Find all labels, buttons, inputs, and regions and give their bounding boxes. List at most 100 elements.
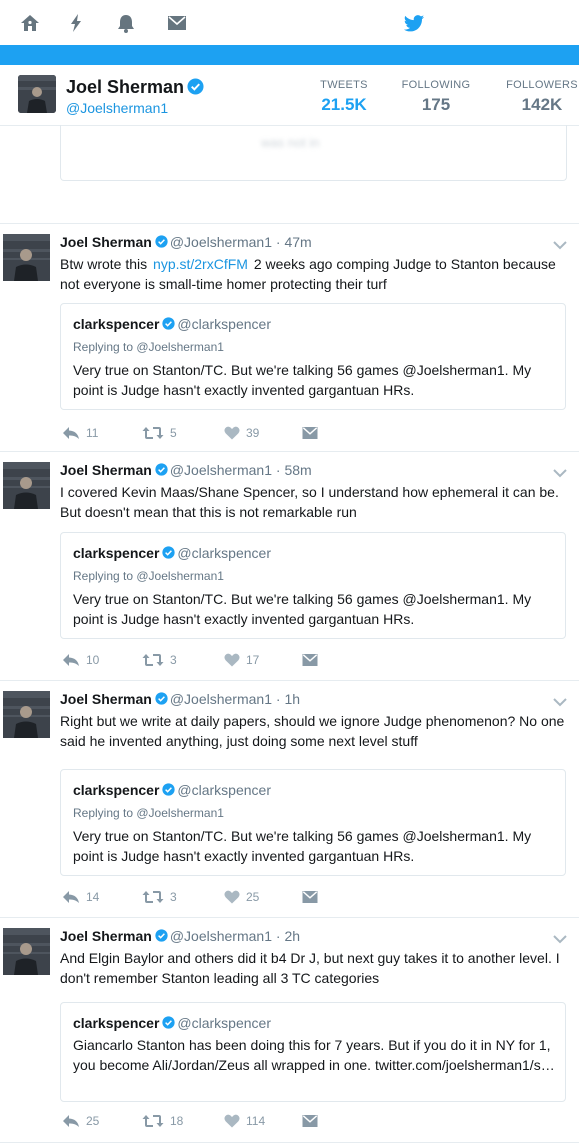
- separator-dot: ·: [275, 234, 281, 250]
- tweet-text: Btw wrote this nyp.st/2rxCfFM 2 weeks ag…: [60, 256, 556, 292]
- author-name[interactable]: Joel Sherman: [60, 691, 152, 707]
- verified-badge-icon: [187, 78, 204, 100]
- author-name[interactable]: Joel Sherman: [60, 462, 152, 478]
- partial-tweet-text: was not in: [261, 135, 320, 150]
- direct-message-button[interactable]: [302, 887, 318, 907]
- retweet-button[interactable]: 3: [142, 650, 177, 670]
- stat-value: 142K: [521, 95, 563, 114]
- tweet-text: And Elgin Baylor and others did it b4 Dr…: [60, 950, 560, 986]
- author-handle[interactable]: @Joelsherman1: [170, 691, 272, 707]
- tweet-timestamp[interactable]: 47m: [284, 234, 311, 250]
- stat-value: 175: [421, 95, 451, 114]
- author-handle[interactable]: @Joelsherman1: [170, 234, 272, 250]
- like-button[interactable]: 25: [224, 887, 259, 907]
- chevron-down-icon[interactable]: [553, 465, 567, 478]
- tweet-timestamp[interactable]: 1h: [284, 691, 300, 707]
- verified-badge-icon: [162, 1016, 176, 1032]
- quoted-tweet[interactable]: clarkspencer @clarkspencer Replying to @J…: [60, 303, 566, 410]
- direct-message-icon: [302, 426, 318, 440]
- tweet[interactable]: Joel Sherman @Joelsherman1 · 2h And Elgin…: [0, 918, 579, 1143]
- retweet-icon: [142, 426, 164, 440]
- reply-button[interactable]: 14: [62, 887, 99, 907]
- reply-count: 25: [86, 1114, 100, 1128]
- retweet-button[interactable]: 18: [142, 1111, 183, 1131]
- tweet-avatar[interactable]: [3, 691, 50, 738]
- retweet-icon: [142, 653, 164, 667]
- quoted-author-handle: @clarkspencer: [177, 782, 271, 798]
- quoted-tweet-header: clarkspencer @clarkspencer: [73, 782, 271, 799]
- moments-icon[interactable]: [65, 12, 87, 34]
- quoted-author-name: clarkspencer: [73, 545, 160, 561]
- partial-quote-box: was not in: [60, 125, 567, 181]
- profile-strip: Joel Sherman @Joelsherman1 TWEETS 21.5K …: [0, 65, 579, 126]
- twitter-bird-icon[interactable]: [403, 12, 425, 34]
- quoted-author-name: clarkspencer: [73, 782, 160, 798]
- like-button[interactable]: 17: [224, 650, 259, 670]
- quoted-tweet-text: Very true on Stanton/TC. But we're talki…: [73, 591, 532, 627]
- reply-button[interactable]: 11: [62, 423, 98, 443]
- tweet[interactable]: Joel Sherman @Joelsherman1 · 47m Btw wrot…: [0, 224, 579, 452]
- author-name[interactable]: Joel Sherman: [60, 928, 152, 944]
- chevron-down-icon[interactable]: [553, 931, 567, 944]
- tweet[interactable]: Joel Sherman @Joelsherman1 · 1h Right but…: [0, 681, 579, 918]
- direct-message-button[interactable]: [302, 423, 318, 443]
- notifications-icon[interactable]: [115, 12, 137, 34]
- quoted-tweet-header: clarkspencer @clarkspencer: [73, 1015, 271, 1032]
- home-icon[interactable]: [19, 12, 41, 34]
- chevron-down-icon[interactable]: [553, 694, 567, 707]
- tweet-link[interactable]: nyp.st/2rxCfFM: [153, 256, 248, 272]
- quoted-tweet-text: Very true on Stanton/TC. But we're talki…: [73, 828, 532, 864]
- stat-tweets[interactable]: TWEETS 21.5K: [318, 79, 370, 115]
- quoted-author-handle: @clarkspencer: [177, 1015, 271, 1031]
- direct-message-icon: [302, 1114, 318, 1128]
- like-button[interactable]: 114: [224, 1111, 265, 1131]
- reply-icon: [62, 890, 80, 904]
- like-icon: [224, 653, 240, 667]
- stat-followers[interactable]: FOLLOWERS 142K: [502, 79, 579, 115]
- retweet-button[interactable]: 5: [142, 423, 177, 443]
- stat-label: FOLLOWING: [401, 79, 471, 91]
- tweet[interactable]: Joel Sherman @Joelsherman1 · 58m I covere…: [0, 452, 579, 681]
- verified-badge-icon: [155, 235, 168, 251]
- profile-avatar[interactable]: [18, 75, 56, 113]
- retweet-icon: [142, 1114, 164, 1128]
- quoted-tweet[interactable]: clarkspencer @clarkspencer Giancarlo Stan…: [60, 1002, 566, 1102]
- like-button[interactable]: 39: [224, 423, 259, 443]
- tweet-actions: 10 3 17: [62, 650, 362, 670]
- quoted-author-name: clarkspencer: [73, 1015, 160, 1031]
- profile-handle[interactable]: @Joelsherman1: [66, 100, 168, 116]
- stat-following[interactable]: FOLLOWING 175: [398, 79, 474, 115]
- quoted-tweet-text: Very true on Stanton/TC. But we're talki…: [73, 362, 532, 398]
- quoted-tweet[interactable]: clarkspencer @clarkspencer Replying to @J…: [60, 769, 566, 876]
- profile-name[interactable]: Joel Sherman: [66, 77, 204, 100]
- reply-count: 10: [86, 653, 100, 667]
- quoted-tweet[interactable]: clarkspencer @clarkspencer Replying to @J…: [60, 532, 566, 639]
- like-count: 25: [246, 890, 260, 904]
- replying-to-label: Replying to @Joelsherman1: [73, 569, 224, 583]
- like-count: 17: [246, 653, 260, 667]
- tweet-avatar[interactable]: [3, 462, 50, 509]
- reply-icon: [62, 653, 80, 667]
- retweet-button[interactable]: 3: [142, 887, 177, 907]
- messages-icon[interactable]: [166, 12, 188, 34]
- reply-count: 14: [86, 890, 100, 904]
- tweet-avatar[interactable]: [3, 928, 50, 975]
- tweet-text: I covered Kevin Maas/Shane Spencer, so I…: [60, 484, 559, 520]
- tweet-avatar[interactable]: [3, 234, 50, 281]
- direct-message-icon: [302, 653, 318, 667]
- reply-button[interactable]: 10: [62, 650, 99, 670]
- reply-count: 11: [86, 426, 99, 440]
- retweet-count: 3: [170, 890, 177, 904]
- tweet-timestamp[interactable]: 2h: [284, 928, 300, 944]
- direct-message-button[interactable]: [302, 650, 318, 670]
- profile-header-banner: [0, 45, 579, 65]
- author-name[interactable]: Joel Sherman: [60, 234, 152, 250]
- direct-message-button[interactable]: [302, 1111, 318, 1131]
- tweet-timestamp[interactable]: 58m: [284, 462, 311, 478]
- chevron-down-icon[interactable]: [553, 237, 567, 250]
- author-handle[interactable]: @Joelsherman1: [170, 928, 272, 944]
- author-handle[interactable]: @Joelsherman1: [170, 462, 272, 478]
- separator-dot: ·: [275, 928, 281, 944]
- reply-button[interactable]: 25: [62, 1111, 99, 1131]
- replying-to-label: Replying to @Joelsherman1: [73, 340, 224, 354]
